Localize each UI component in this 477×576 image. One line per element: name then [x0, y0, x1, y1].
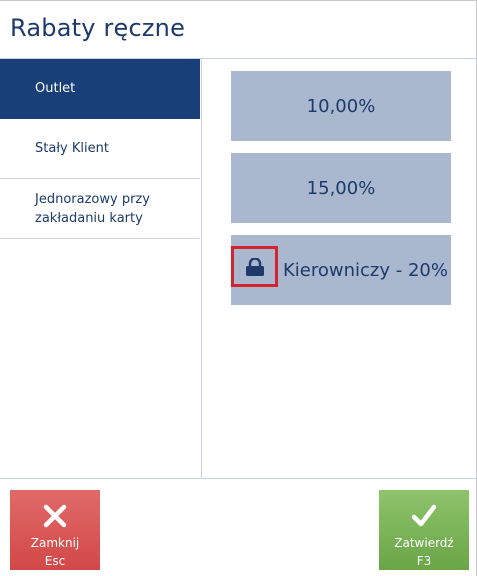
discount-label: 15,00%: [306, 177, 376, 199]
sidebar-item-staly-klient[interactable]: Stały Klient: [0, 119, 200, 179]
discount-label: Kierowniczy - 20%: [283, 259, 448, 281]
window-top-border: [0, 0, 477, 1]
close-button-shortcut: Esc: [44, 554, 66, 568]
sidebar-item-jednorazowy[interactable]: Jednorazowy przy zakładaniu karty: [0, 179, 200, 239]
footer-divider: [0, 478, 476, 479]
close-button[interactable]: Zamknij Esc: [10, 490, 100, 570]
sidebar-item-label: Jednorazowy przy zakładaniu karty: [35, 191, 150, 226]
close-button-label: Zamknij: [30, 536, 80, 550]
discount-tile-15[interactable]: 15,00%: [231, 153, 451, 223]
sidebar-item-label: Outlet: [35, 81, 76, 96]
lock-highlight: [231, 246, 278, 287]
confirm-button[interactable]: Zatwierdź F3: [379, 490, 469, 570]
confirm-button-shortcut: F3: [416, 554, 432, 568]
page-title: Rabaty ręczne: [10, 14, 186, 42]
sidebar-item-label: Stały Klient: [35, 141, 109, 156]
lock-icon: [245, 257, 264, 276]
check-icon: [411, 504, 437, 527]
close-icon: [43, 504, 67, 528]
discount-label: 10,00%: [306, 95, 376, 117]
confirm-button-label: Zatwierdź: [394, 536, 454, 550]
discount-tile-10[interactable]: 10,00%: [231, 71, 451, 141]
sidebar-item-outlet[interactable]: Outlet: [0, 59, 200, 119]
discount-category-list: Outlet Stały Klient Jednorazowy przy zak…: [0, 59, 202, 479]
